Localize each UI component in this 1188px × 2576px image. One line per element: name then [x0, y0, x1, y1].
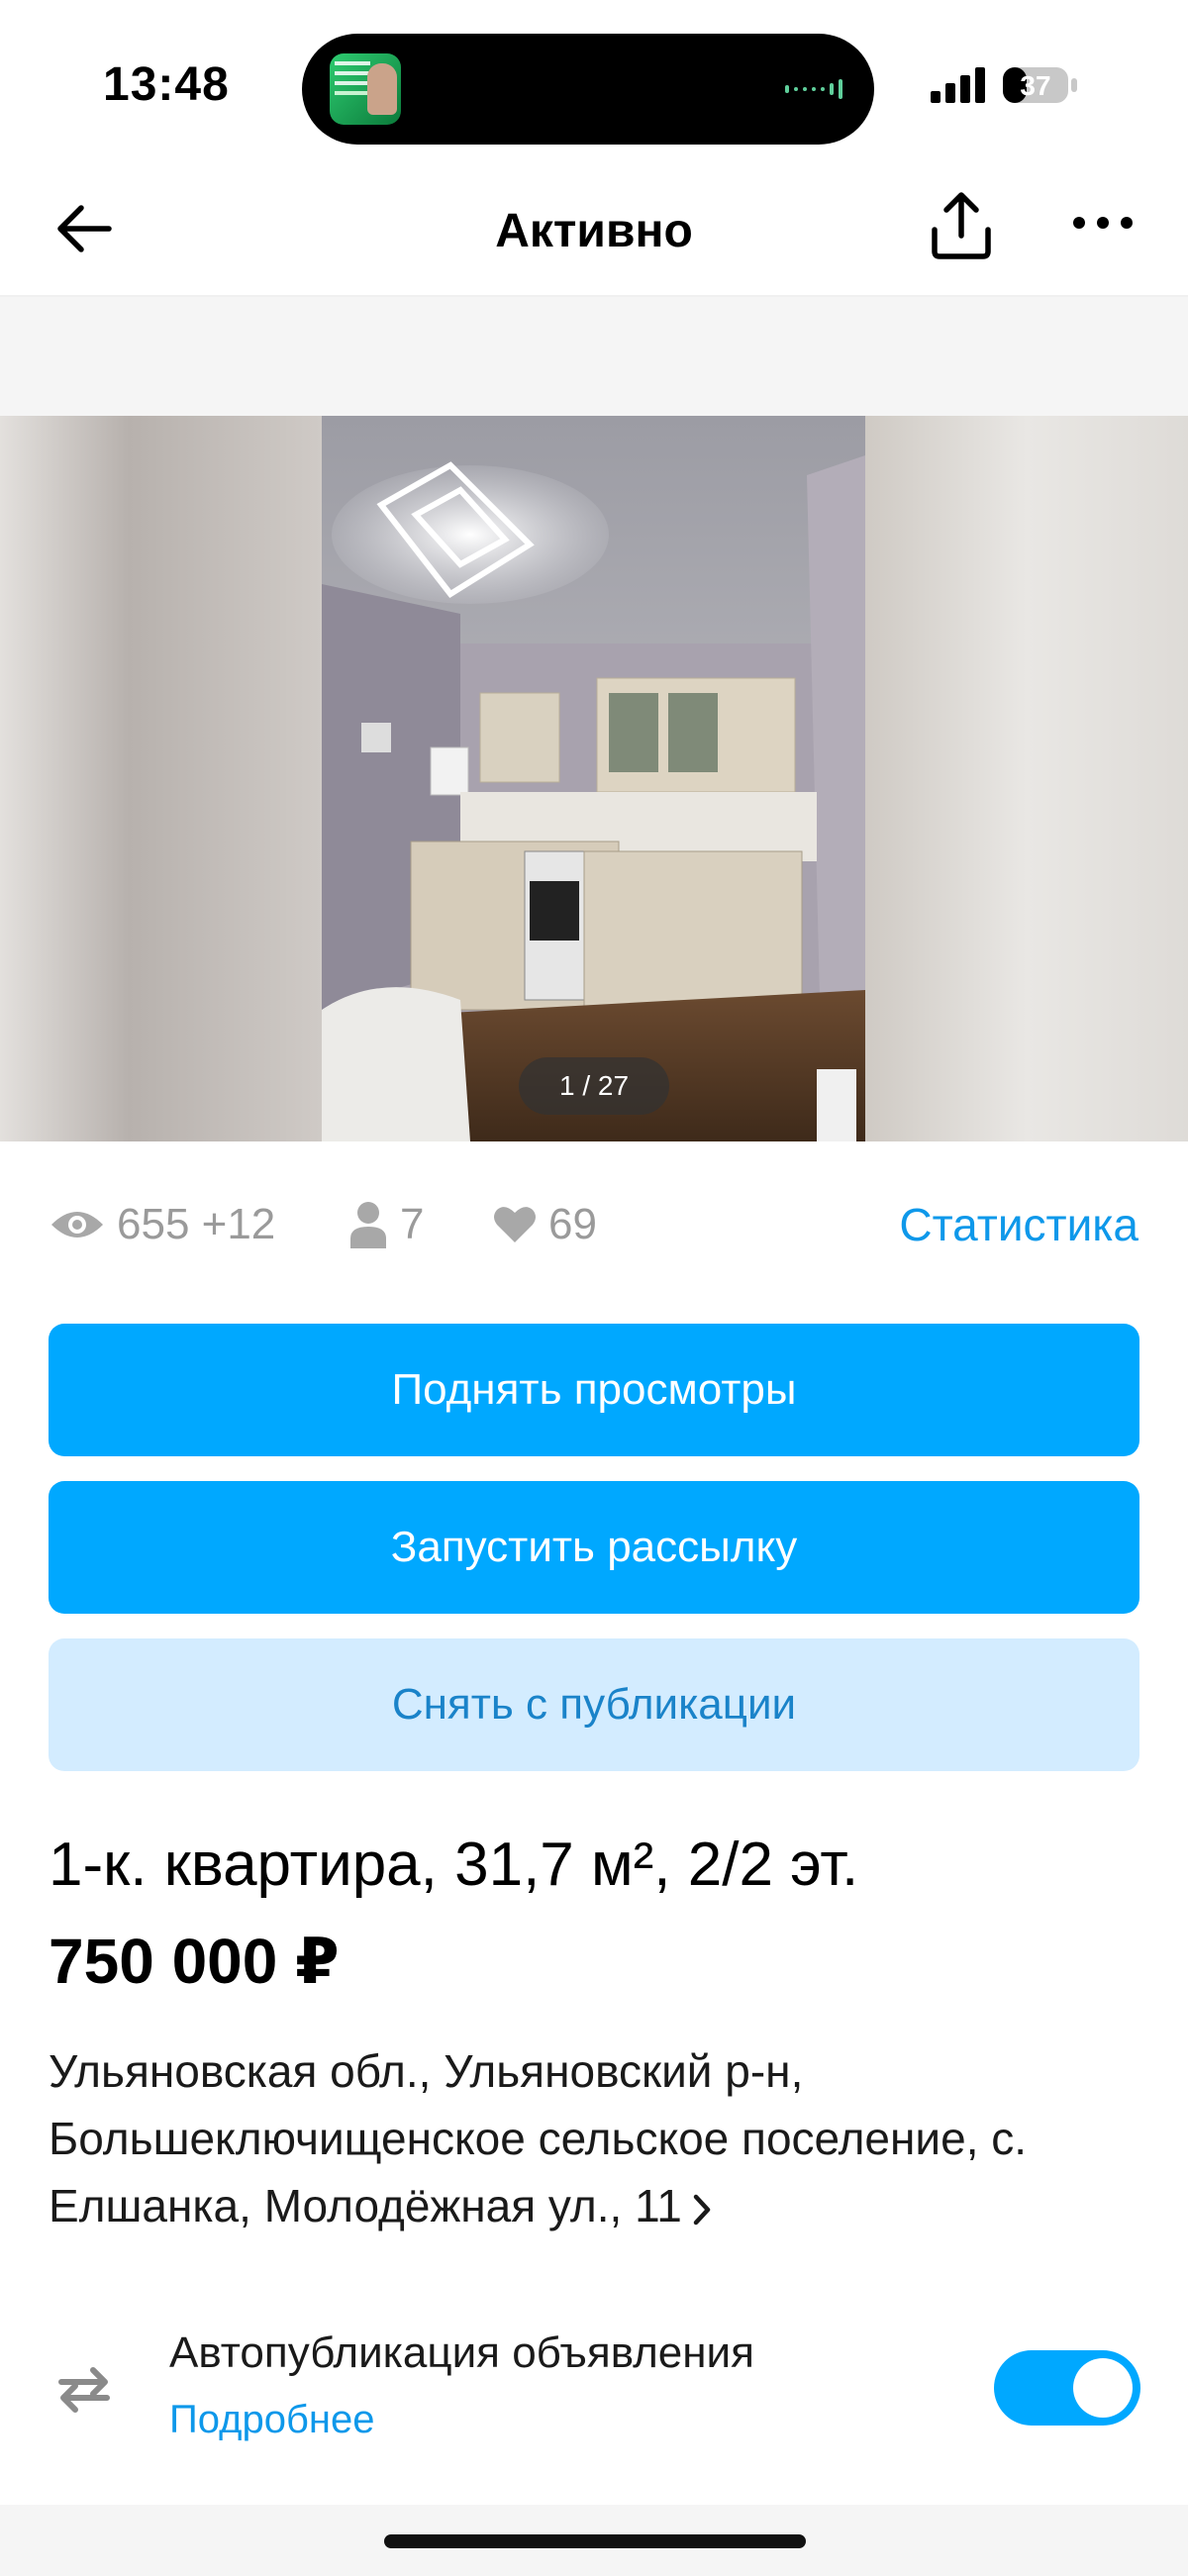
- home-indicator[interactable]: [384, 2534, 806, 2548]
- gallery-blur-right: [865, 416, 1188, 1141]
- status-time: 13:48: [103, 58, 230, 111]
- listing-title: 1-к. квартира, 31,7 м², 2/2 эт.: [49, 1831, 859, 1899]
- views-count: 655 +12: [117, 1200, 276, 1248]
- autopublish-row: Автопубликация объявления Подробнее: [0, 2307, 1188, 2465]
- person-icon: [350, 1202, 386, 1248]
- cellular-signal-icon: [931, 67, 985, 103]
- statistics-link[interactable]: Статистика: [899, 1193, 1138, 1256]
- media-thumbnail: [330, 53, 401, 125]
- gallery-blur-left: [0, 416, 322, 1141]
- more-dots-icon[interactable]: [1072, 208, 1134, 238]
- divider-strip: [0, 297, 1188, 416]
- chevron-right-icon: [693, 2194, 711, 2226]
- listing-photo[interactable]: [322, 416, 865, 1141]
- battery-icon: 37: [1002, 65, 1081, 105]
- start-mailing-button[interactable]: Запустить рассылку: [49, 1481, 1139, 1614]
- contacts-stat: 7: [348, 1193, 424, 1256]
- favorites-count: 69: [548, 1200, 597, 1248]
- status-bar: 13:48 37: [0, 0, 1188, 168]
- autopublish-more-link[interactable]: Подробнее: [169, 2398, 374, 2442]
- contacts-count: 7: [400, 1200, 425, 1248]
- listing-price: 750 000 ₽: [49, 1926, 340, 1997]
- autopublish-label: Автопубликация объявления: [169, 2328, 754, 2377]
- dynamic-island[interactable]: [302, 34, 874, 145]
- listing-stats: 655 +12 7 69 Статистика: [50, 1193, 1138, 1256]
- views-stat: 655 +12: [50, 1193, 275, 1256]
- eye-icon: [51, 1212, 103, 1238]
- listing-address[interactable]: Ульяновская обл., Ульяновский р-н, Больш…: [49, 2037, 1147, 2239]
- favorites-stat: 69: [493, 1193, 597, 1256]
- address-text: Ульяновская обл., Ульяновский р-н, Больш…: [49, 2045, 1028, 2231]
- unpublish-button[interactable]: Снять с публикации: [49, 1638, 1139, 1771]
- page-title: Активно: [495, 205, 693, 257]
- heart-icon: [494, 1207, 536, 1242]
- photo-counter: 1 / 27: [519, 1057, 669, 1115]
- toggle-knob: [1073, 2358, 1133, 2418]
- raise-views-button[interactable]: Поднять просмотры: [49, 1324, 1139, 1456]
- share-icon[interactable]: [929, 190, 994, 261]
- audio-wave-icon: [785, 79, 842, 99]
- navbar: Активно: [0, 168, 1188, 297]
- photo-gallery[interactable]: 1 / 27: [0, 416, 1188, 1141]
- battery-level: 37: [1020, 70, 1050, 101]
- repeat-icon: [58, 2367, 110, 2413]
- autopublish-toggle[interactable]: [994, 2350, 1140, 2426]
